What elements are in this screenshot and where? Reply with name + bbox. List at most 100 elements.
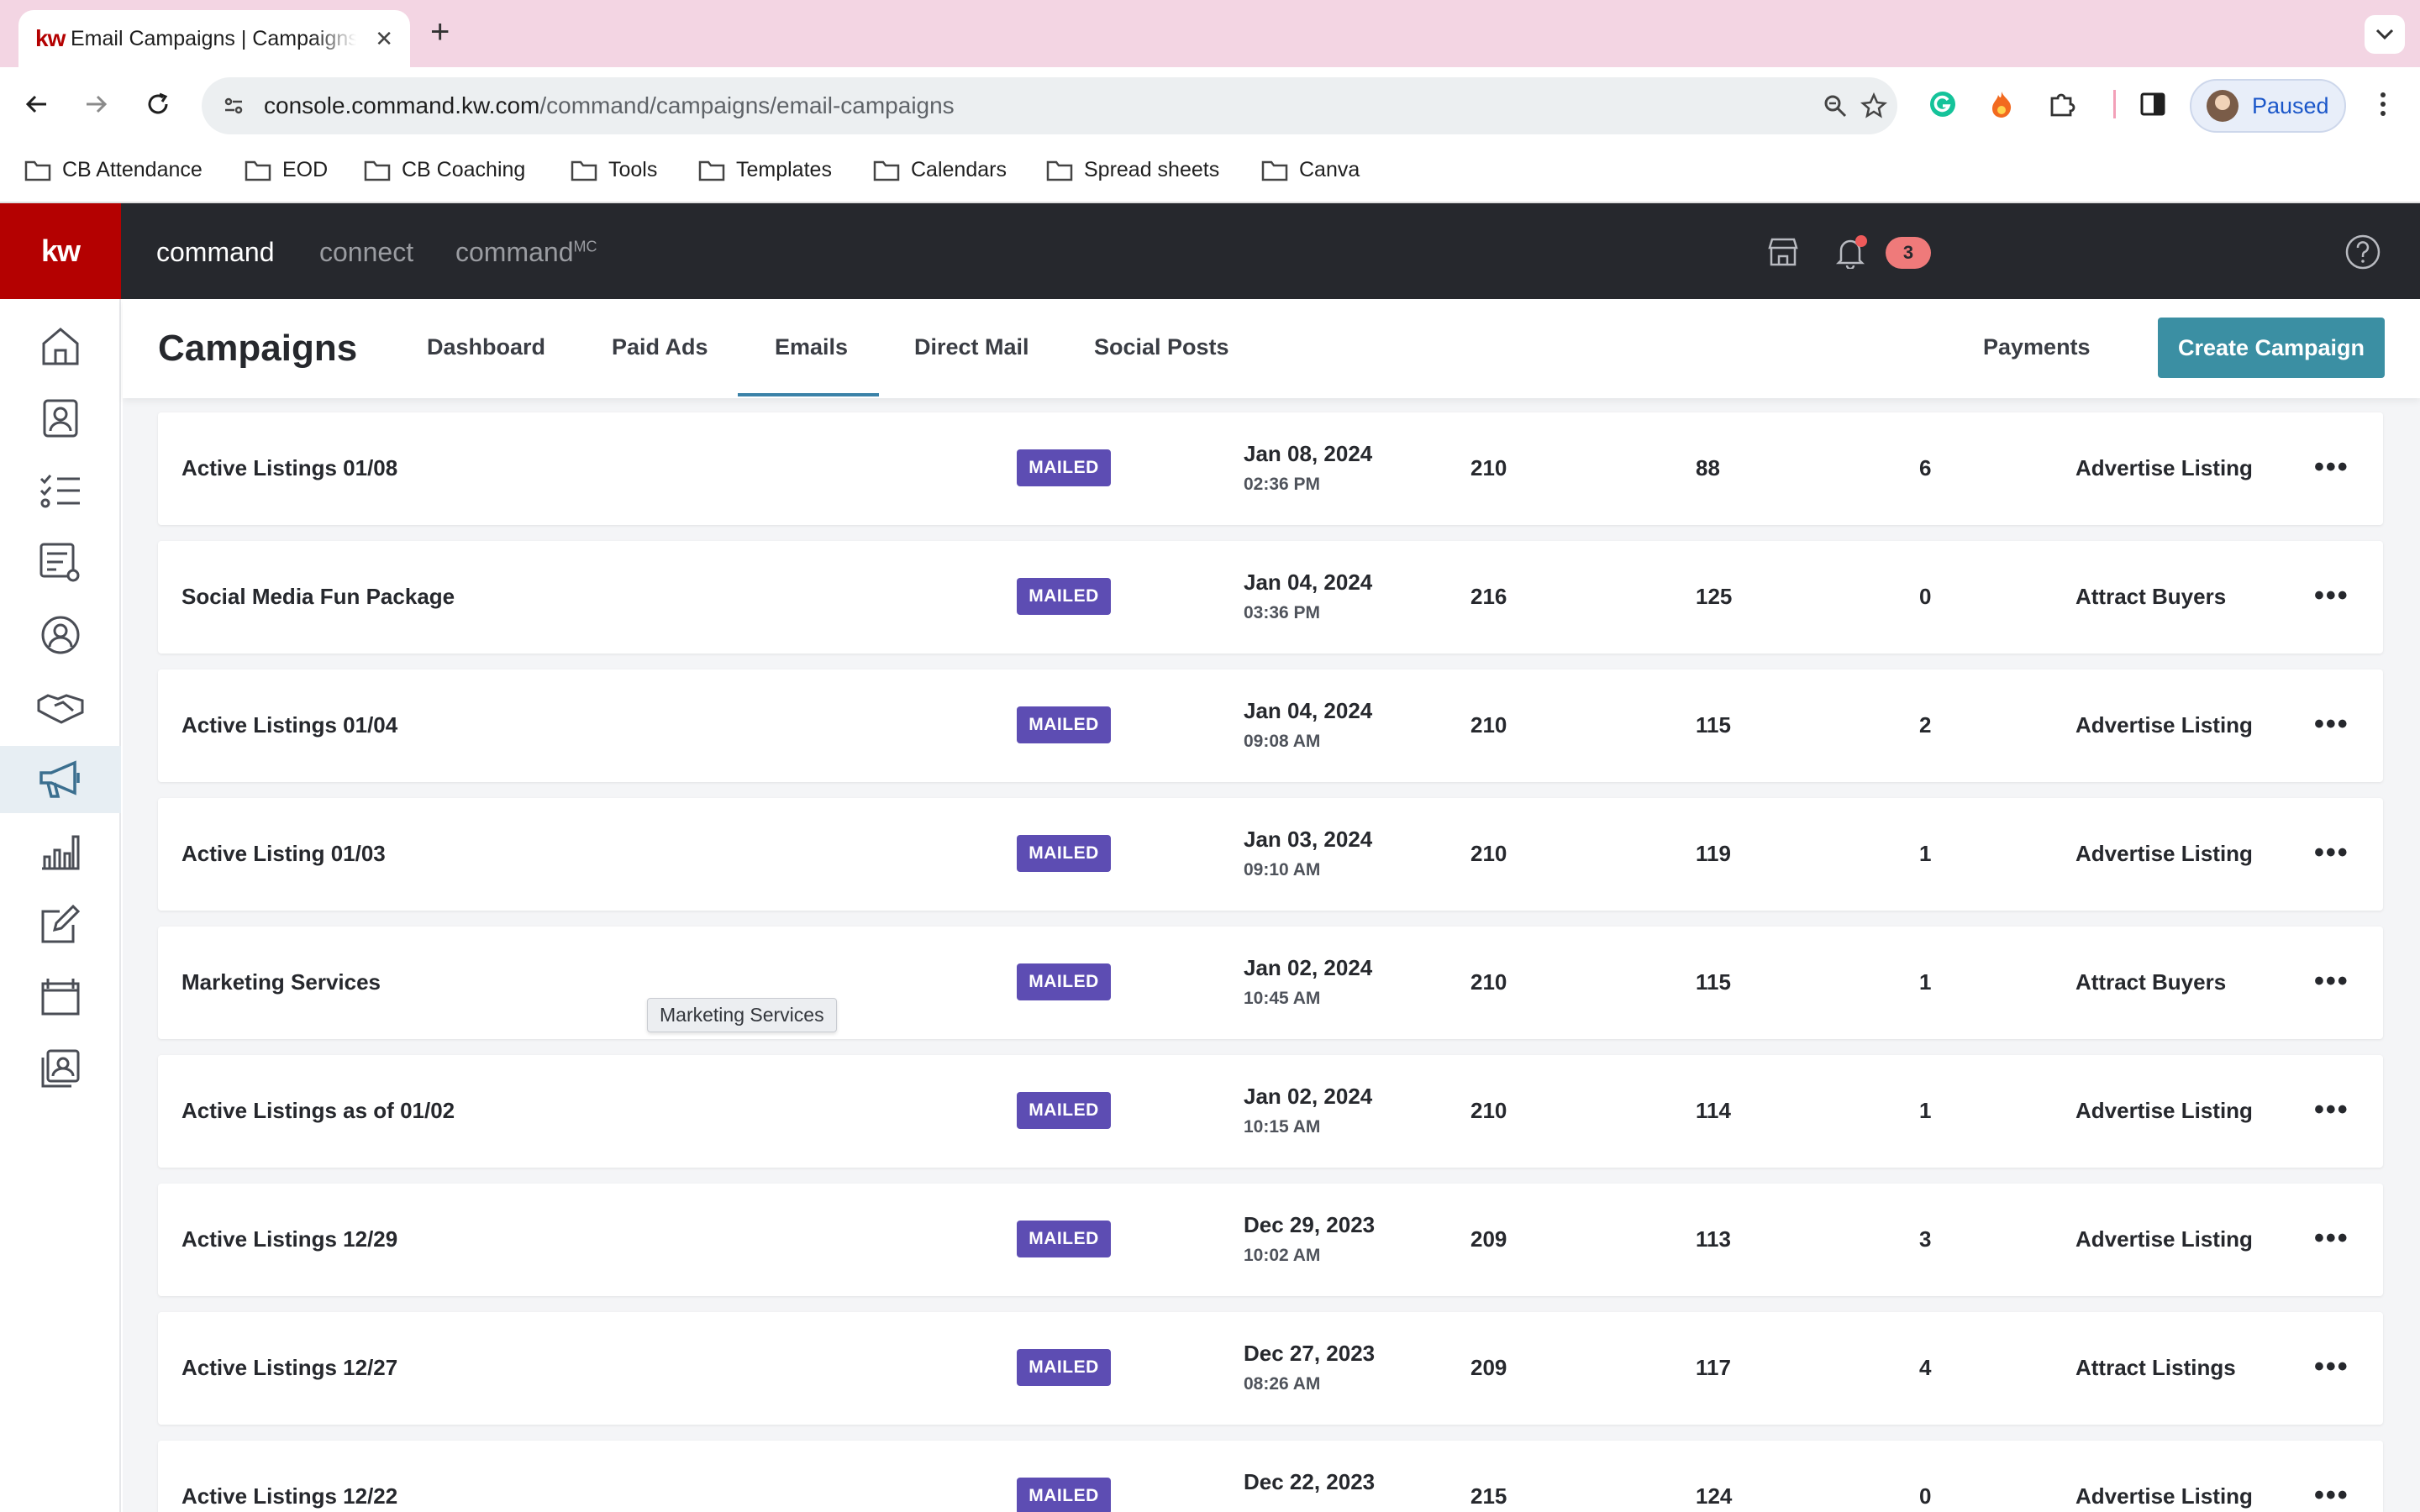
grammarly-extension-icon[interactable] xyxy=(1924,86,1961,123)
tab-emails[interactable]: Emails xyxy=(775,334,848,360)
sidebar-item-opportunities[interactable] xyxy=(0,674,121,741)
sidebar-item-smart-plans[interactable] xyxy=(0,529,121,596)
campaign-name[interactable]: Active Listings 12/22 xyxy=(182,1483,397,1509)
status-badge: MAILED xyxy=(1017,835,1111,872)
zoom-icon[interactable] xyxy=(1815,86,1855,126)
sidebar-item-storefront[interactable] xyxy=(0,963,121,1030)
insights-chart-icon xyxy=(42,835,80,870)
bookmark-folder[interactable]: Tools xyxy=(570,158,657,182)
nav-connect[interactable]: connect xyxy=(319,237,413,268)
side-panel-icon[interactable] xyxy=(2134,86,2171,123)
bookmark-folder[interactable]: EOD xyxy=(244,158,328,182)
sidebar-item-home[interactable] xyxy=(0,312,121,380)
tab-paid-ads[interactable]: Paid Ads xyxy=(612,334,708,360)
folder-icon xyxy=(1046,160,1073,181)
sidebar-item-media[interactable] xyxy=(0,1035,121,1102)
clicks-count: 0 xyxy=(1919,584,1932,609)
storefront-icon[interactable] xyxy=(1763,232,1803,272)
site-settings-icon[interactable] xyxy=(213,86,254,126)
table-row[interactable]: Active Listings 01/08 MAILED Jan 08, 202… xyxy=(158,412,2383,525)
tasks-icon xyxy=(39,475,80,508)
notification-count-badge[interactable]: 3 xyxy=(1886,237,1931,269)
browser-menu-icon[interactable] xyxy=(2365,86,2402,123)
campaign-type: Attract Buyers xyxy=(2075,584,2227,609)
table-row[interactable]: Active Listings 01/04 MAILED Jan 04, 202… xyxy=(158,669,2383,782)
more-options-icon[interactable]: ••• xyxy=(2314,837,2349,869)
campaign-name[interactable]: Marketing Services xyxy=(182,969,381,995)
address-bar[interactable]: console.command.kw.com/command/campaigns… xyxy=(202,77,1897,134)
bookmark-folder[interactable]: CB Coaching xyxy=(363,158,525,182)
fire-extension-icon[interactable] xyxy=(1983,86,2020,123)
forward-arrow-icon[interactable] xyxy=(76,84,116,124)
campaign-name[interactable]: Active Listings 12/27 xyxy=(182,1355,397,1381)
profile-status: Paused xyxy=(2252,92,2329,118)
nav-command-mc[interactable]: commandMC xyxy=(455,237,597,268)
campaign-time: 10:02 AM xyxy=(1244,1246,1321,1265)
more-options-icon[interactable]: ••• xyxy=(2314,451,2349,484)
campaign-time: 10:45 AM xyxy=(1244,989,1321,1008)
opens-count: 88 xyxy=(1696,455,1720,480)
bookmark-star-icon[interactable] xyxy=(1854,86,1894,126)
payments-link[interactable]: Payments xyxy=(1983,334,2091,360)
campaign-name[interactable]: Active Listings 12/29 xyxy=(182,1226,397,1252)
clicks-count: 3 xyxy=(1919,1226,1932,1252)
table-row[interactable]: Active Listings as of 01/02 MAILED Jan 0… xyxy=(158,1055,2383,1168)
profile-button[interactable]: Paused xyxy=(2190,79,2346,133)
tab-dashboard[interactable]: Dashboard xyxy=(427,334,545,360)
more-options-icon[interactable]: ••• xyxy=(2314,1222,2349,1255)
bookmark-folder[interactable]: CB Attendance xyxy=(24,158,203,182)
clicks-count: 0 xyxy=(1919,1483,1932,1509)
campaign-type: Attract Buyers xyxy=(2075,969,2227,995)
recipients-count: 209 xyxy=(1470,1355,1507,1380)
more-options-icon[interactable]: ••• xyxy=(2314,580,2349,612)
more-options-icon[interactable]: ••• xyxy=(2314,708,2349,741)
bookmark-folder[interactable]: Templates xyxy=(697,158,832,182)
campaign-type: Advertise Listing xyxy=(2075,1483,2253,1509)
browser-tab-active[interactable]: kw Email Campaigns | Campaigns ✕ xyxy=(18,10,410,67)
help-icon[interactable] xyxy=(2343,232,2383,272)
table-row[interactable]: Active Listings 12/22 MAILED Dec 22, 202… xyxy=(158,1441,2383,1512)
table-row[interactable]: Marketing Services MAILED Jan 02, 2024 1… xyxy=(158,927,2383,1039)
bookmark-label: Canva xyxy=(1299,158,1360,181)
nav-command[interactable]: command xyxy=(156,237,275,268)
table-row[interactable]: Active Listing 01/03 MAILED Jan 03, 2024… xyxy=(158,798,2383,911)
tab-social-posts[interactable]: Social Posts xyxy=(1094,334,1229,360)
tab-search-icon[interactable] xyxy=(2365,15,2405,54)
recipients-count: 210 xyxy=(1470,455,1507,480)
notification-dot xyxy=(1855,235,1867,247)
kw-logo[interactable]: kw xyxy=(0,203,121,299)
more-options-icon[interactable]: ••• xyxy=(2314,1094,2349,1126)
back-arrow-icon[interactable] xyxy=(17,84,57,124)
tab-direct-mail[interactable]: Direct Mail xyxy=(914,334,1029,360)
new-tab-icon[interactable]: + xyxy=(430,13,450,51)
campaign-name[interactable]: Active Listings as of 01/02 xyxy=(182,1098,455,1124)
table-row[interactable]: Active Listings 12/27 MAILED Dec 27, 202… xyxy=(158,1312,2383,1425)
sidebar-item-campaigns[interactable] xyxy=(0,746,121,813)
campaign-name[interactable]: Social Media Fun Package xyxy=(182,584,455,610)
more-options-icon[interactable]: ••• xyxy=(2314,965,2349,998)
bookmark-label: Tools xyxy=(608,158,658,181)
bookmark-folder[interactable]: Canva xyxy=(1260,158,1360,182)
more-options-icon[interactable]: ••• xyxy=(2314,1351,2349,1383)
extensions-puzzle-icon[interactable] xyxy=(2044,86,2081,123)
table-row[interactable]: Social Media Fun Package MAILED Jan 04, … xyxy=(158,541,2383,654)
create-campaign-button[interactable]: Create Campaign xyxy=(2158,318,2385,378)
clicks-count: 1 xyxy=(1919,969,1932,995)
bookmark-folder[interactable]: Spread sheets xyxy=(1045,158,1219,182)
campaign-name[interactable]: Active Listing 01/03 xyxy=(182,841,386,867)
bookmark-folder[interactable]: Calendars xyxy=(872,158,1007,182)
campaign-name[interactable]: Active Listings 01/04 xyxy=(182,712,397,738)
campaign-name[interactable]: Active Listings 01/08 xyxy=(182,455,397,481)
home-icon xyxy=(42,328,79,365)
folder-icon xyxy=(245,160,271,181)
campaign-date: Dec 27, 2023 xyxy=(1244,1341,1376,1366)
sidebar-item-referrals[interactable] xyxy=(0,601,121,669)
sidebar-item-insights[interactable] xyxy=(0,818,121,885)
table-row[interactable]: Active Listings 12/29 MAILED Dec 29, 202… xyxy=(158,1184,2383,1296)
reload-icon[interactable] xyxy=(138,84,178,124)
sidebar-item-contacts[interactable] xyxy=(0,385,121,452)
sidebar-item-designs[interactable] xyxy=(0,890,121,958)
more-options-icon[interactable]: ••• xyxy=(2314,1479,2349,1512)
close-tab-icon[interactable]: ✕ xyxy=(375,26,393,52)
sidebar-item-tasks[interactable] xyxy=(0,457,121,524)
